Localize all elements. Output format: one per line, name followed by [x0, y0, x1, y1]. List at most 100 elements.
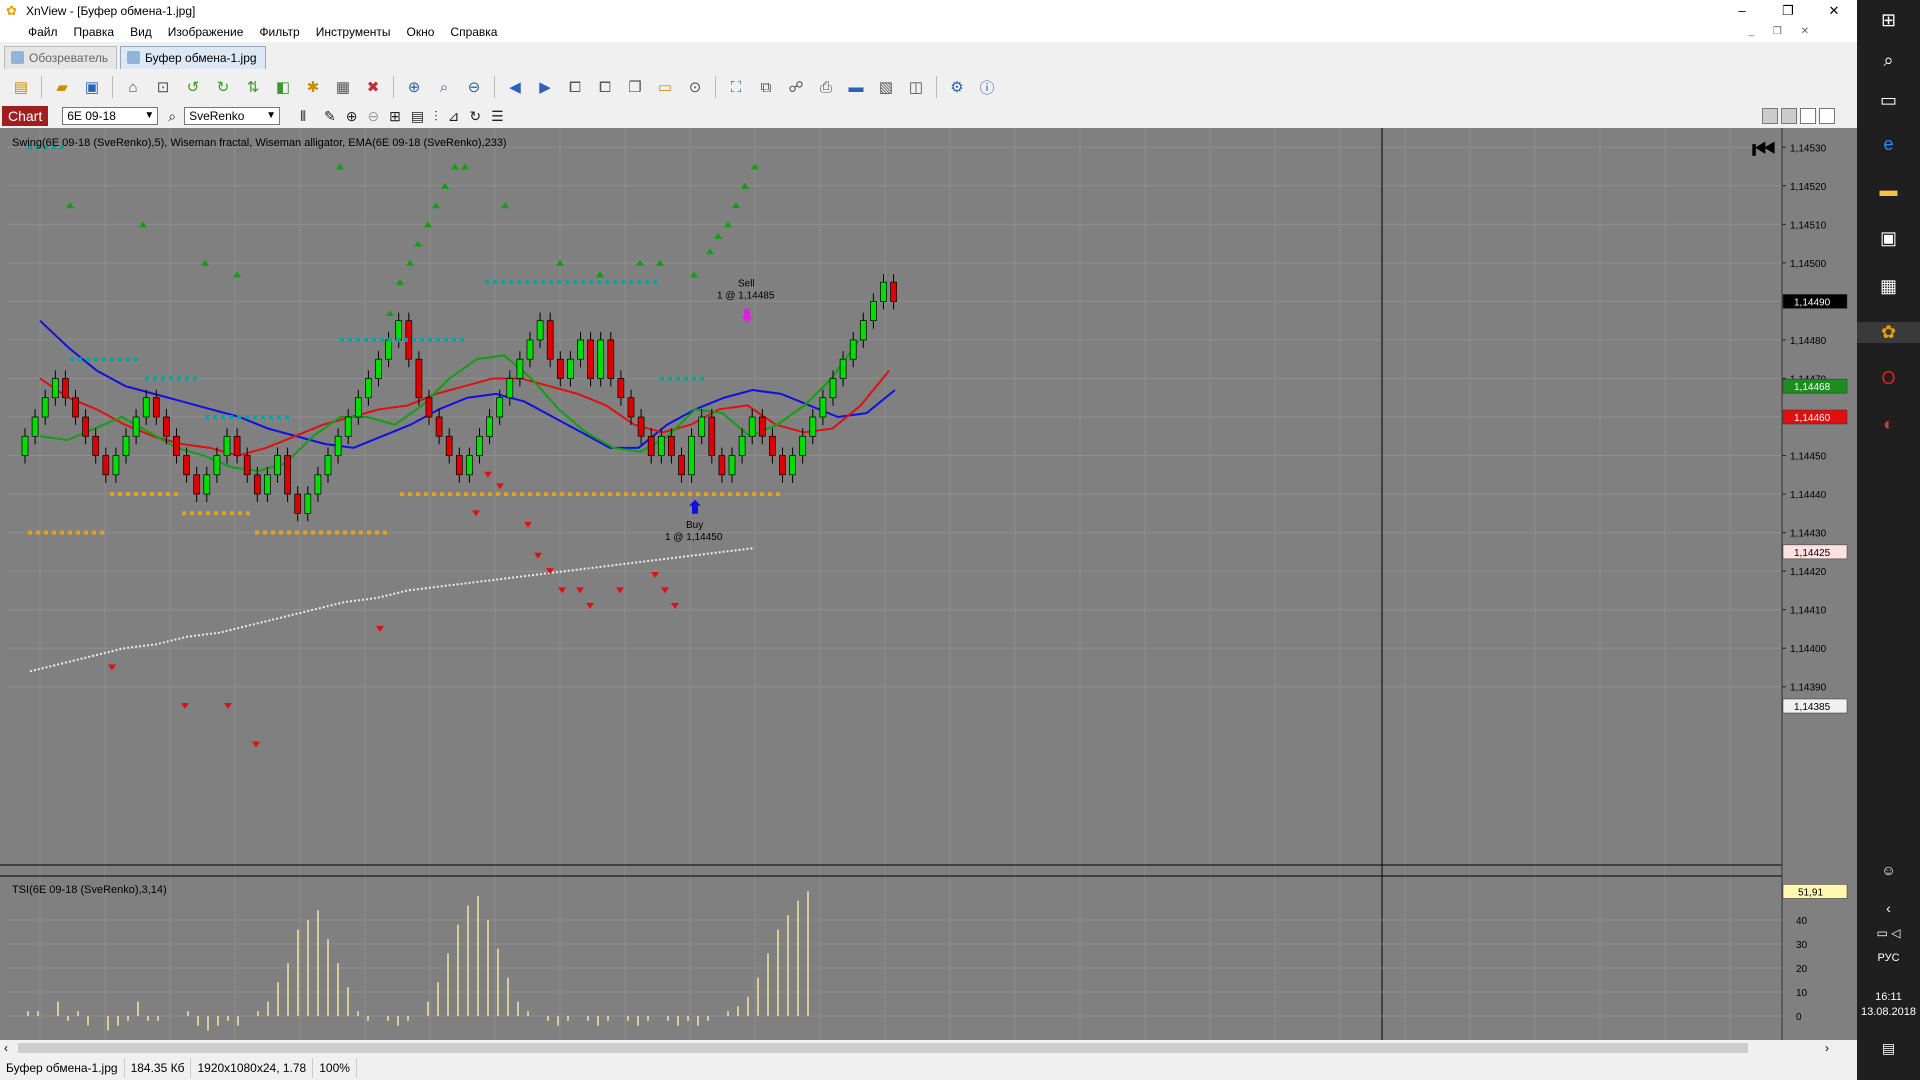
zoom-out-icon[interactable]: ⊖ — [462, 75, 486, 99]
bars-icon[interactable]: ⫴ — [300, 108, 306, 125]
mdi-window-controls[interactable]: _ ❐ ✕ — [1749, 22, 1817, 42]
chevron-down-icon: ▼ — [266, 110, 277, 121]
zoom-in-chart-icon[interactable]: ⊕ — [346, 108, 358, 125]
search-icon[interactable]: ⌕ — [168, 108, 176, 125]
xnview-taskbar-icon[interactable]: ✿ — [1857, 322, 1920, 343]
fractal-up-marker — [751, 163, 759, 170]
binoculars-icon[interactable]: ☍ — [784, 75, 808, 99]
flip-icon[interactable]: ⇅ — [241, 75, 265, 99]
effects-icon[interactable]: ✱ — [301, 75, 325, 99]
scan-icon[interactable]: ▬ — [844, 75, 868, 99]
menu-file[interactable]: Файл — [0, 22, 66, 42]
horizontal-scrollbar[interactable]: ‹ › — [0, 1040, 1857, 1056]
save-icon[interactable]: ▣ — [80, 75, 104, 99]
slideshow-icon[interactable]: ▭ — [653, 75, 677, 99]
fractal-down-marker — [534, 552, 542, 559]
opera-icon[interactable]: O — [1857, 368, 1920, 389]
rotate-left-icon[interactable]: ↺ — [181, 75, 205, 99]
copy-icon[interactable]: ❐ — [623, 75, 647, 99]
scroll-right-icon[interactable]: › — [1825, 1040, 1829, 1056]
candle-down — [668, 435, 675, 456]
zoom-icon[interactable]: ⌕ — [432, 75, 456, 99]
chart-canvas[interactable]: Sell1 @ 1,14485Buy1 @ 1,14450 1,145301,1… — [0, 128, 1857, 1040]
chevron-left-icon[interactable]: ‹ — [1857, 900, 1920, 916]
settings-icon[interactable]: ⚙ — [945, 75, 969, 99]
candle-up — [526, 339, 534, 360]
edge-browser-icon[interactable]: e — [1857, 134, 1920, 155]
scroll-thumb[interactable] — [18, 1043, 1748, 1053]
bar-type-select[interactable]: SveRenko ▼ — [184, 107, 281, 125]
swing-low-dot — [311, 530, 315, 535]
tab-browser[interactable]: Обозреватель — [4, 46, 118, 69]
scroll-left-icon[interactable]: ‹ — [4, 1040, 8, 1056]
print-preview-icon[interactable]: ⌂ — [121, 75, 145, 99]
windows-start-icon[interactable]: ⊞ — [1857, 10, 1920, 31]
swing-low-dot — [271, 530, 275, 535]
swing-low-dot — [608, 492, 612, 497]
layout-3-icon[interactable] — [1800, 108, 1816, 124]
chart-area[interactable]: Sell 1 @ 1,14485 Buy 1 @ 1,14450 1,14530 1,1… — [0, 128, 1857, 1040]
minimize-button[interactable]: – — [1719, 0, 1765, 22]
menu-image[interactable]: Изображение — [160, 22, 252, 42]
menu-view[interactable]: Вид — [122, 22, 160, 42]
first-icon[interactable]: ⧠ — [563, 75, 587, 99]
menu-help[interactable]: Справка — [442, 22, 505, 42]
capture-icon[interactable]: ⊙ — [683, 75, 707, 99]
zoom-in-icon[interactable]: ⊕ — [402, 75, 426, 99]
next-icon[interactable]: ▶ — [533, 75, 557, 99]
menu-tools[interactable]: Инструменты — [308, 22, 399, 42]
fractal-up-marker — [414, 240, 422, 247]
layout-1-icon[interactable] — [1762, 108, 1778, 124]
rotate-right-icon[interactable]: ↻ — [211, 75, 235, 99]
previous-icon[interactable]: ◀ — [503, 75, 527, 99]
tsi-tick-label: 0 — [1796, 1012, 1802, 1023]
layout-4-icon[interactable] — [1819, 108, 1835, 124]
language-indicator[interactable]: РУС — [1857, 952, 1920, 964]
maximize-button[interactable]: ❐ — [1765, 0, 1811, 22]
strategy-icon[interactable]: ⊿ — [448, 108, 460, 125]
network-volume-icon[interactable]: ▭ ◁ — [1857, 926, 1920, 940]
app-icon[interactable]: ▦ — [1857, 276, 1920, 297]
info-icon[interactable]: ⓘ — [975, 75, 999, 99]
file-explorer-icon[interactable]: ▬ — [1857, 180, 1920, 201]
screenshot-icon[interactable]: ◫ — [904, 75, 928, 99]
crosshair-icon[interactable]: ⊞ — [389, 108, 401, 125]
last-icon[interactable]: ⧠ — [593, 75, 617, 99]
menu-filter[interactable]: Фильтр — [251, 22, 307, 42]
search-icon[interactable]: ⌕ — [1857, 50, 1920, 71]
candle-up — [31, 416, 39, 437]
delete-icon[interactable]: ✖ — [361, 75, 385, 99]
wallpaper-icon[interactable]: ▧ — [874, 75, 898, 99]
instrument-select[interactable]: 6E 09-18 ▼ — [62, 107, 159, 125]
ninjatrader-icon[interactable]: ◐ — [1857, 414, 1920, 435]
browse-icon[interactable]: ▤ — [9, 75, 33, 99]
task-view-icon[interactable]: ▭ — [1857, 90, 1920, 111]
reload-icon[interactable]: ↻ — [469, 108, 481, 125]
crop-icon[interactable]: ⊡ — [151, 75, 175, 99]
pencil-icon[interactable]: ✎ — [324, 108, 336, 125]
layout-2-icon[interactable] — [1781, 108, 1797, 124]
properties-icon[interactable]: ⫶ — [434, 108, 438, 125]
clock[interactable]: 16:11 13.08.2018 — [1857, 990, 1920, 1020]
compare-icon[interactable]: ⧉ — [754, 75, 778, 99]
bar-type-value: SveRenko — [189, 109, 245, 123]
scroll-end-icon[interactable]: ⏮ — [1752, 134, 1775, 164]
print-icon[interactable]: ⎙ — [814, 75, 838, 99]
notifications-icon[interactable]: ▤ — [1857, 1040, 1920, 1057]
menu-edit[interactable]: Правка — [66, 22, 123, 42]
zoom-out-chart-icon[interactable]: ⊖ — [367, 108, 379, 125]
people-icon[interactable]: ☺ — [1857, 862, 1920, 878]
close-button[interactable]: ✕ — [1811, 0, 1857, 22]
open-folder-icon[interactable]: ▰ — [50, 75, 74, 99]
adjust-icon[interactable]: ◧ — [271, 75, 295, 99]
data-box-icon[interactable]: ▤ — [411, 108, 424, 125]
tab-clipboard-image[interactable]: Буфер обмена-1.jpg — [120, 46, 266, 69]
windows-taskbar: ⊞ ⌕ ▭ e ▬ ▣ ▦ ✿ O ◐ ☺ ‹ ▭ ◁ РУС 16:11 13… — [1857, 0, 1920, 1080]
resize-icon[interactable]: ▦ — [331, 75, 355, 99]
list-icon[interactable]: ☰ — [491, 108, 504, 125]
price-tick-label: 1,14390 — [1790, 683, 1827, 694]
fullscreen-icon[interactable]: ⛶ — [724, 75, 748, 99]
store-icon[interactable]: ▣ — [1857, 228, 1920, 249]
menu-window[interactable]: Окно — [399, 22, 443, 42]
swing-low-dot — [263, 530, 267, 535]
